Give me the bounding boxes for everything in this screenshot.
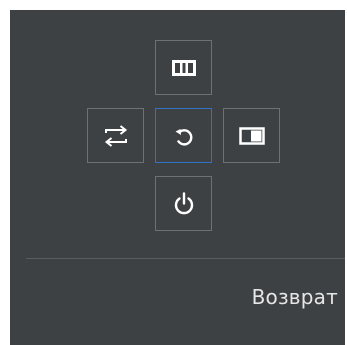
osd-menu-panel: Возврат bbox=[10, 10, 345, 345]
columns-icon bbox=[171, 59, 196, 76]
pip-key[interactable] bbox=[223, 108, 280, 163]
swap-key[interactable] bbox=[87, 108, 144, 163]
columns-key[interactable] bbox=[155, 40, 212, 95]
power-icon bbox=[174, 191, 193, 214]
return-key[interactable] bbox=[155, 108, 212, 163]
return-arrow-icon bbox=[175, 128, 192, 146]
picture-in-picture-icon bbox=[238, 126, 265, 145]
selected-item-label: Возврат bbox=[251, 285, 338, 309]
swap-arrows-icon bbox=[104, 124, 127, 147]
power-key[interactable] bbox=[155, 176, 212, 231]
divider bbox=[26, 258, 345, 259]
